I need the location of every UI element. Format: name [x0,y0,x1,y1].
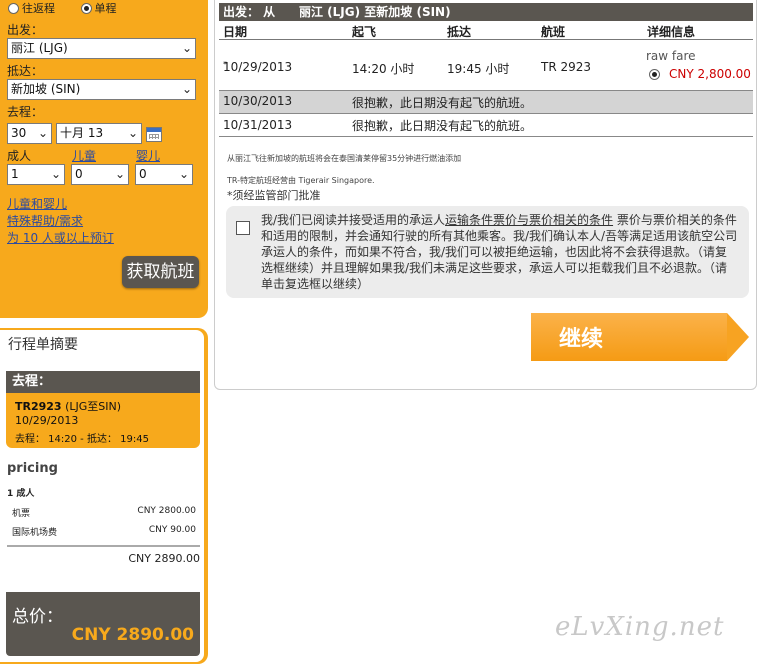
row2-date: 10/30/2013 [223,94,293,108]
fare-value: CNY 2800.00 [137,506,196,516]
terms-text: 我/我们已阅读并接受适用的承运人运输条件票价与票价相关的条件 票价与票价相关的条… [261,213,738,291]
special-help-link[interactable]: 特殊帮助/需求 [7,212,83,229]
tax-label: 国际机场费 [12,528,58,538]
subtotal-value: CNY 2890.00 [128,552,200,565]
flight-row: 10/29/2013 * 14:20 小时 19:45 小时 TR 2923 ra… [219,40,753,88]
chevron-down-icon: ⌄ [181,82,192,96]
oneway-label: 单程 [94,2,117,15]
flight-row-number: TR 2923 [541,60,592,74]
subtotal-divider [7,545,200,547]
oneway-radio[interactable] [80,2,92,14]
total-label: 总价： [12,607,63,627]
col-date: 日期 [223,25,248,39]
pricing-title: pricing [7,461,58,476]
route-bar: 出发： 从 丽江 (LJG) 至新加坡 (SIN) [219,3,753,21]
search-flights-button[interactable]: 获取航班 [122,256,199,288]
col-depart: 起飞 [352,25,377,39]
pax-line: 1 成人 [7,489,35,499]
trip-type-group: 往返程 单程 [8,0,139,17]
fuel-stop-note: 从丽江飞往新加坡的航班将会在泰国清莱停留35分钟进行燃油添加 [227,154,462,163]
arrive-label: 抵达： [7,64,44,78]
terms-checkbox[interactable] [236,221,250,235]
chevron-down-icon: ⌄ [37,126,48,140]
continue-button[interactable]: 继续 [531,313,749,361]
summary-title: 行程单摘要 [8,337,78,353]
infant-select[interactable]: 0 ⌄ [135,164,193,185]
trip-roundtrip-option[interactable]: 往返程 [8,0,55,16]
no-flight-row-1: 10/30/2013 很抱歉，此日期没有起飞的航班。 [219,90,753,114]
chevron-down-icon: ⌄ [114,167,125,181]
col-flight: 航班 [541,25,566,39]
results-header: 日期 起飞 抵达 航班 详细信息 [219,21,753,40]
month-value: 十月 13 [60,126,104,140]
watermark: eLvXing.net [555,612,725,642]
search-panel: 往返程 单程 出发： 丽江 (LJG) ⌄ 抵达： 新加坡 (SIN) ⌄ 去程： … [0,0,208,318]
operator-note: TR-特定航班经营由 Tigerair Singapore. [227,176,375,185]
chevron-down-icon: ⌄ [50,167,61,181]
kids-link[interactable]: 儿童和婴儿 [7,195,67,212]
fare-select-radio[interactable] [649,69,660,80]
flight-route: (LJG至SIN) [61,400,122,413]
terms-box: 我/我们已阅读并接受适用的承运人运输条件票价与票价相关的条件 票价与票价相关的条… [226,206,749,298]
route-text: 丽江 (LJG) 至新加坡 (SIN) [299,5,451,19]
flight-row-date: 10/29/2013 * [223,60,293,74]
trip-oneway-option[interactable]: 单程 [80,0,117,16]
calendar-icon[interactable] [146,127,162,142]
chevron-down-icon: ⌄ [127,126,138,140]
col-arrive: 抵达 [447,25,472,39]
chevron-down-icon: ⌄ [178,167,189,181]
flight-times: 去程： 14:20 - 抵达： 19:45 [15,434,149,445]
flight-row-arrive: 19:45 小时 [447,62,510,76]
arrive-value: 新加坡 (SIN) [11,82,81,96]
child-value: 0 [75,167,83,181]
chevron-down-icon: ⌄ [181,41,192,55]
flight-date: 10/29/2013 [15,414,79,427]
infant-value: 0 [139,167,147,181]
tax-value: CNY 90.00 [148,525,196,535]
flight-row-depart: 14:20 小时 [352,62,415,76]
fare-label: 机票 [12,509,31,519]
child-label[interactable]: 儿童 [72,147,96,164]
group-booking-link[interactable]: 为 10 人或以上预订 [7,229,114,246]
no-flight-row-2: 10/31/2013 很抱歉，此日期没有起飞的航班。 [219,114,753,137]
depart-label: 出发： [7,23,44,37]
flight-results-panel: 出发： 从 丽江 (LJG) 至新加坡 (SIN) 日期 起飞 抵达 航班 详细… [214,0,757,390]
arrive-select[interactable]: 新加坡 (SIN) ⌄ [7,79,196,100]
route-prefix: 出发： 从 [223,5,276,19]
adult-value: 1 [11,167,19,181]
itinerary-summary: 行程单摘要 去程： TR2923 (LJG至SIN) 10/29/2013 去程… [0,328,208,664]
row3-message: 很抱歉，此日期没有起飞的航班。 [352,119,533,133]
row2-message: 很抱歉，此日期没有起飞的航班。 [352,96,533,110]
day-select[interactable]: 30 ⌄ [7,123,52,144]
infant-label[interactable]: 婴儿 [136,147,160,164]
regulatory-note: *须经监管部门批准 [227,189,321,202]
child-select[interactable]: 0 ⌄ [71,164,129,185]
fare-type-label: raw fare [646,49,696,63]
col-details: 详细信息 [647,25,696,39]
total-box: 总价： CNY 2890.00 [6,592,200,656]
leg-details: TR2923 (LJG至SIN) 10/29/2013 去程： 14:20 - … [6,393,200,448]
day-value: 30 [11,126,27,140]
fare-price[interactable]: CNY 2,800.00 [669,67,751,81]
depart-select[interactable]: 丽江 (LJG) ⌄ [7,38,196,59]
leg-header: 去程： [6,371,200,393]
total-value: CNY 2890.00 [71,625,194,645]
roundtrip-label: 往返程 [22,2,55,15]
adult-label: 成人 [7,149,32,163]
outbound-label: 去程： [7,105,44,119]
continue-label: 继续 [559,327,604,352]
adult-select[interactable]: 1 ⌄ [7,164,65,185]
roundtrip-radio[interactable] [8,2,19,14]
summary-body: 行程单摘要 去程： TR2923 (LJG至SIN) 10/29/2013 去程… [0,330,204,662]
conditions-link[interactable]: 运输条件票价与票价相关的条件 [445,213,613,227]
flight-number: TR2923 [15,400,62,413]
arrow-right-icon [727,313,749,361]
month-select[interactable]: 十月 13 ⌄ [56,123,142,144]
row3-date: 10/31/2013 [223,118,293,132]
depart-value: 丽江 (LJG) [11,41,68,55]
